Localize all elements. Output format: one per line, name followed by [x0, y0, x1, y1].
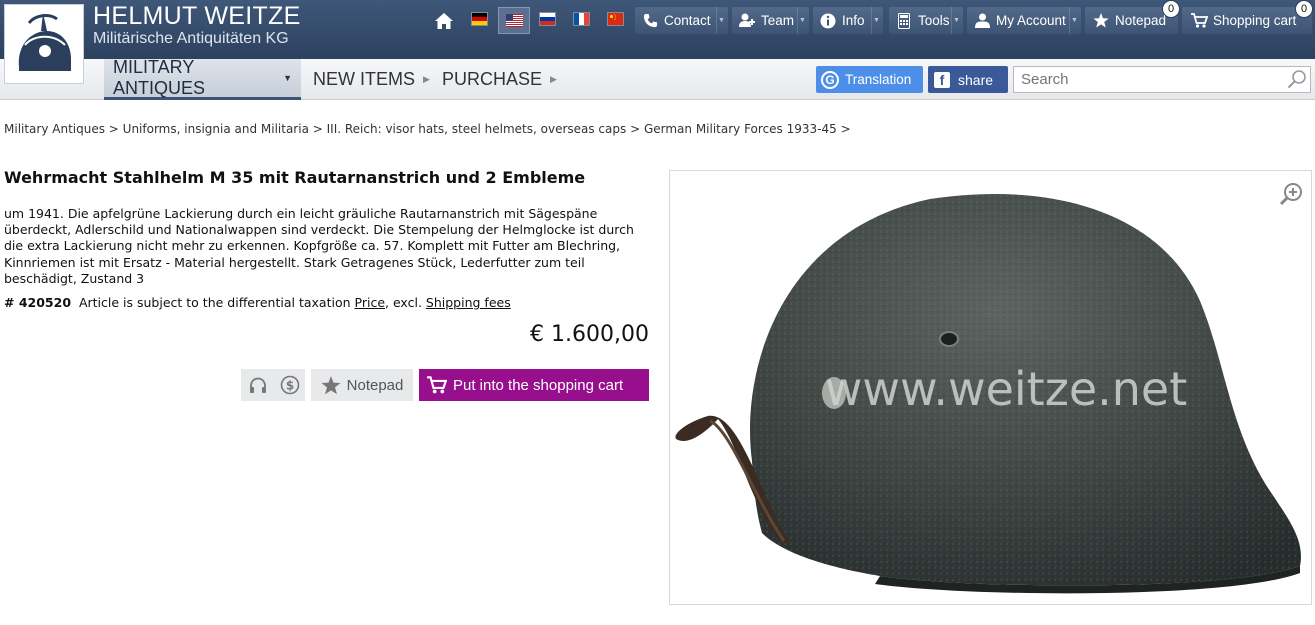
notepad-header-label: Notepad [1115, 13, 1167, 28]
tools-button[interactable]: Tools ▼ [889, 7, 963, 34]
google-g-icon: G [821, 70, 839, 89]
description-line: überdeckt, Adlerschild und Nationalwappe… [4, 222, 634, 238]
menu-purchase[interactable]: PURCHASE ▶ [442, 59, 557, 100]
product-price: € 1.600,00 [530, 322, 649, 347]
notepad-button[interactable]: Notepad [311, 369, 413, 401]
currency-button[interactable]: $ [275, 369, 305, 401]
info-icon [819, 12, 837, 30]
info-label: Info [842, 13, 865, 28]
logo-helmet-icon [5, 5, 83, 83]
breadcrumb: Military Antiques > Uniforms, insignia a… [4, 122, 851, 136]
facebook-share-button[interactable]: f share [928, 66, 1008, 93]
watermark-text: www.weitze.net [825, 362, 1188, 416]
chevron-down-icon: ▼ [871, 7, 881, 34]
product-description: um 1941. Die apfelgrüne Lackierung durch… [4, 206, 644, 287]
chevron-down-icon: ▼ [716, 7, 726, 34]
notepad-header-button[interactable]: Notepad 0 [1085, 0, 1180, 34]
brand-subtitle: Militärische Antiquitäten KG [93, 30, 289, 47]
article-number: # 420520 [4, 295, 72, 310]
product-title: Wehrmacht Stahlhelm M 35 mit Rautarnanst… [4, 168, 586, 187]
chevron-down-icon: ▼ [951, 7, 961, 34]
my-account-label: My Account [996, 13, 1066, 28]
breadcrumb-link[interactable]: Military Antiques [4, 122, 105, 136]
caret-right-icon: ▶ [550, 74, 557, 84]
tools-label: Tools [918, 13, 950, 28]
contact-button[interactable]: Contact ▼ [635, 7, 728, 34]
info-button[interactable]: Info ▼ [813, 7, 883, 34]
add-to-cart-label: Put into the shopping cart [453, 376, 624, 394]
flag-en-icon[interactable] [498, 7, 530, 34]
calculator-icon [895, 12, 913, 30]
flag-fr-icon[interactable] [573, 12, 590, 26]
menu-new-items[interactable]: NEW ITEMS ▶ [313, 59, 430, 100]
chevron-down-icon: ▼ [1069, 7, 1079, 34]
menu-label: MILITARY ANTIQUES [113, 57, 206, 98]
add-to-cart-button[interactable]: Put into the shopping cart [419, 369, 649, 401]
helmet-photo: www.weitze.net [675, 194, 1301, 594]
star-icon [1092, 12, 1110, 30]
notepad-label: Notepad [346, 376, 404, 394]
description-line: die extra Lackierung nicht mehr zu erken… [4, 238, 621, 254]
team-label: Team [761, 13, 795, 28]
home-icon [435, 12, 453, 29]
shopping-cart-header-button[interactable]: Shopping cart 0 [1182, 0, 1313, 34]
flag-de-icon[interactable] [471, 12, 488, 26]
chevron-down-icon: ▼ [797, 7, 807, 34]
search-icon[interactable] [1287, 69, 1307, 89]
svg-text:$: $ [286, 379, 294, 393]
my-account-button[interactable]: My Account ▼ [967, 7, 1081, 34]
cart-icon [1190, 12, 1208, 30]
translation-button[interactable]: G Translation [816, 66, 923, 93]
brand-name: HELMUT WEITZE [93, 2, 301, 30]
description-line: Kinnriemen ist mit Ersatz - Material her… [4, 254, 585, 270]
description-line: beschädigt, Zustand 3 [4, 270, 145, 286]
facebook-icon: f [934, 71, 950, 88]
zoom-in-icon[interactable] [1278, 181, 1304, 207]
flag-ru-icon[interactable] [539, 12, 556, 26]
cart-count-badge: 0 [1295, 0, 1313, 18]
breadcrumb-link[interactable]: German Military Forces 1933-45 [644, 122, 837, 136]
description-line: um 1941. Die apfelgrüne Lackierung durch… [4, 206, 598, 221]
translation-label: Translation [845, 72, 912, 87]
menu-military-antiques[interactable]: MILITARY ANTIQUES ▼ [104, 57, 301, 100]
user-icon [973, 12, 991, 30]
product-image[interactable]: www.weitze.net [669, 170, 1312, 605]
cart-icon [427, 376, 447, 394]
team-icon [738, 12, 756, 30]
contact-label: Contact [664, 13, 711, 28]
menu-label: PURCHASE [442, 69, 543, 89]
search-input[interactable] [1013, 66, 1311, 93]
home-link[interactable] [432, 7, 456, 34]
shipping-fees-link[interactable]: Shipping fees [426, 295, 511, 310]
team-button[interactable]: Team ▼ [732, 7, 809, 34]
notepad-count-badge: 0 [1162, 0, 1180, 18]
headphones-icon [250, 377, 266, 393]
star-icon [321, 375, 341, 394]
share-label: share [958, 71, 994, 88]
flag-cn-icon[interactable] [607, 12, 624, 26]
dollar-icon: $ [280, 375, 300, 395]
price-link[interactable]: Price [355, 295, 386, 310]
breadcrumb-link[interactable]: Uniforms, insignia and Militaria [123, 122, 309, 136]
caret-down-icon: ▼ [283, 73, 292, 83]
excl-text: , excl. [385, 295, 422, 310]
breadcrumb-link[interactable]: III. Reich: visor hats, steel helmets, o… [327, 122, 627, 136]
tax-note: Article is subject to the differential t… [78, 295, 351, 310]
brand[interactable]: HELMUT WEITZE Militärische Antiquitäten … [93, 3, 301, 49]
logo[interactable] [4, 4, 84, 84]
shopping-cart-label: Shopping cart [1213, 13, 1297, 28]
caret-right-icon: ▶ [423, 74, 430, 84]
phone-icon [641, 12, 659, 30]
audio-button[interactable] [241, 369, 275, 401]
product-meta: # 420520 Article is subject to the diffe… [4, 295, 511, 310]
menu-label: NEW ITEMS [313, 69, 415, 89]
